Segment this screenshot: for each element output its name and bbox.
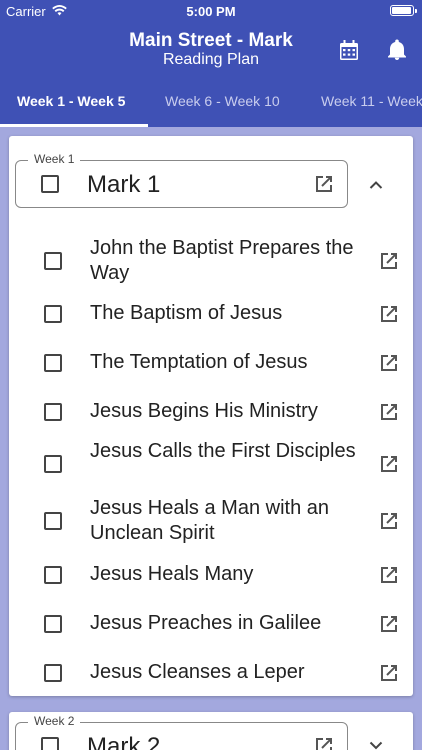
reading-row: Jesus Cleanses a Leper <box>9 660 413 685</box>
reading-row: Jesus Calls the First Disciples <box>9 439 413 489</box>
reading-title: Jesus Cleanses a Leper <box>90 661 305 683</box>
week-card: Week 1 Mark 1 John the Baptist Prepares … <box>9 136 413 696</box>
chapter-title: Mark 1 <box>87 171 161 198</box>
external-link-icon[interactable] <box>378 510 400 532</box>
reading-checkbox[interactable] <box>44 305 62 323</box>
reading-title: Jesus Preaches in Galilee <box>90 612 322 634</box>
external-link-icon[interactable] <box>313 173 335 195</box>
chevron-up-icon[interactable] <box>367 176 385 194</box>
reading-row: The Baptism of Jesus <box>9 301 413 326</box>
reading-checkbox[interactable] <box>44 252 62 270</box>
external-link-icon[interactable] <box>378 352 400 374</box>
tab-week-6-10[interactable]: Week 6 - Week 10 <box>165 93 280 109</box>
external-link-icon[interactable] <box>313 735 335 750</box>
reading-row: Jesus Begins His Ministry <box>9 399 413 424</box>
reading-row: John the Baptist Prepares the Way <box>9 236 413 286</box>
external-link-icon[interactable] <box>378 401 400 423</box>
external-link-icon[interactable] <box>378 564 400 586</box>
reading-title: Jesus Calls the First Disciples <box>90 440 356 462</box>
chapter-checkbox[interactable] <box>41 175 59 193</box>
reading-checkbox[interactable] <box>44 354 62 372</box>
week-label: Week 1 <box>28 152 81 166</box>
reading-checkbox[interactable] <box>44 566 62 584</box>
external-link-icon[interactable] <box>378 613 400 635</box>
reading-title: Jesus Heals Many <box>90 563 254 585</box>
reading-row: Jesus Preaches in Galilee <box>9 611 413 636</box>
tab-week-11-15[interactable]: Week 11 - Week 15 <box>321 93 422 109</box>
bell-icon[interactable] <box>385 38 409 62</box>
reading-row: The Temptation of Jesus <box>9 350 413 375</box>
week-card: Week 2 Mark 2 <box>9 712 413 750</box>
chapter-title: Mark 2 <box>87 733 161 750</box>
week-tabs: Week 1 - Week 5 Week 6 - Week 10 Week 11… <box>0 76 422 127</box>
reading-title: John the Baptist Prepares the Way <box>90 237 354 284</box>
chapter-field[interactable]: Week 2 Mark 2 <box>15 714 348 750</box>
status-bar: Carrier 5:00 PM <box>0 0 422 22</box>
reading-title: The Temptation of Jesus <box>90 351 308 373</box>
battery-icon <box>390 5 417 16</box>
week-label: Week 2 <box>28 714 81 728</box>
reading-checkbox[interactable] <box>44 512 62 530</box>
reading-checkbox[interactable] <box>44 403 62 421</box>
chevron-down-icon[interactable] <box>367 736 385 750</box>
external-link-icon[interactable] <box>378 453 400 475</box>
tab-week-1-5[interactable]: Week 1 - Week 5 <box>17 93 125 109</box>
chapter-checkbox[interactable] <box>41 737 59 750</box>
reading-checkbox[interactable] <box>44 455 62 473</box>
reading-title: The Baptism of Jesus <box>90 302 283 324</box>
external-link-icon[interactable] <box>378 250 400 272</box>
chapter-field[interactable]: Week 1 Mark 1 <box>15 152 348 208</box>
external-link-icon[interactable] <box>378 303 400 325</box>
status-time: 5:00 PM <box>186 4 236 19</box>
reading-checkbox[interactable] <box>44 664 62 682</box>
external-link-icon[interactable] <box>378 662 400 684</box>
reading-checkbox[interactable] <box>44 615 62 633</box>
reading-row: Jesus Heals a Man with an Unclean Spirit <box>9 496 413 546</box>
calendar-icon[interactable] <box>337 38 361 62</box>
tab-indicator <box>0 124 148 127</box>
reading-row: Jesus Heals Many <box>9 562 413 587</box>
app-header: Carrier 5:00 PM Main Street - Mark Readi… <box>0 0 422 127</box>
reading-title: Jesus Heals a Man with an Unclean Spirit <box>90 497 330 544</box>
reading-title: Jesus Begins His Ministry <box>90 400 318 422</box>
